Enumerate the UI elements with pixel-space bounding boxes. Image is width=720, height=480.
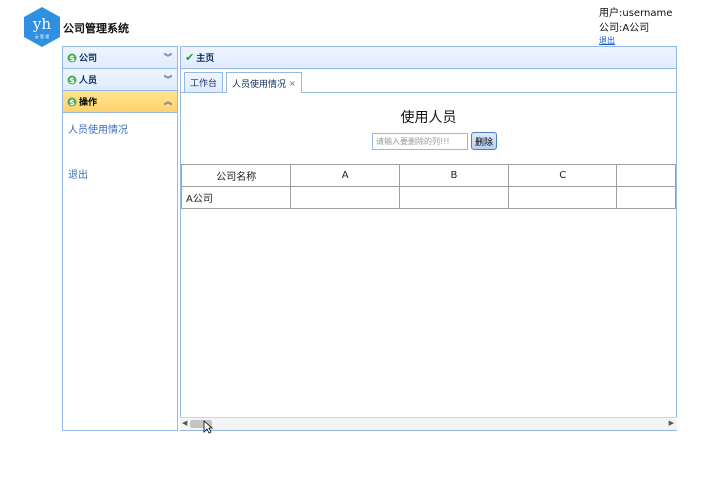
accordion-header-company[interactable]: $ 公司 ︾ <box>63 47 177 69</box>
sidebar-link-staff-usage[interactable]: 人员使用情况 <box>68 121 173 136</box>
accordion-body-operations: 人员使用情况 退出 <box>63 113 177 219</box>
double-chevron-down-icon[interactable]: ︾ <box>163 74 173 85</box>
logo: yh 云 管 理 <box>24 7 60 47</box>
table-cell: A公司 <box>180 186 292 209</box>
close-icon[interactable]: × <box>289 79 296 88</box>
accordion-header-staff[interactable]: $ 人员 ︾ <box>63 69 177 91</box>
sidebar-link-logout[interactable]: 退出 <box>68 166 173 181</box>
tab-content: 使用人员 删除 公司名称 A B C A公司 <box>180 107 676 421</box>
app-title: 公司管理系统 <box>63 22 129 35</box>
tab-staff-usage[interactable]: 人员使用情况 × <box>226 72 302 93</box>
delete-column-input[interactable] <box>371 132 468 150</box>
delete-button[interactable]: 删除 <box>470 132 497 150</box>
main-panel: ✔ 主页 工作台 人员使用情况 × 使用人员 删除 公司名称 A B <box>180 46 677 431</box>
column-header: C <box>508 164 618 187</box>
double-chevron-down-icon[interactable]: ︾ <box>163 52 173 63</box>
dollar-icon: $ <box>67 53 77 63</box>
horizontal-scrollbar[interactable]: ◀ ▶ <box>180 417 677 430</box>
table-cell <box>398 186 510 209</box>
double-chevron-up-icon[interactable]: ︽ <box>163 96 173 107</box>
tab-workbench[interactable]: 工作台 <box>184 72 224 92</box>
column-header <box>616 164 676 187</box>
svg-text:$: $ <box>69 54 75 63</box>
dollar-icon: $ <box>67 97 77 107</box>
logo-subtext: 云 管 理 <box>35 33 50 39</box>
table-cell <box>290 186 400 209</box>
accordion-label: 公司 <box>79 54 98 64</box>
user-name-label: 用户:username <box>599 8 673 19</box>
accordion-label: 人员 <box>79 76 98 86</box>
main-panel-header: ✔ 主页 <box>181 47 676 69</box>
scroll-left-arrow-icon[interactable]: ◀ <box>182 419 187 427</box>
svg-text:$: $ <box>69 76 75 85</box>
company-label: 公司:A公司 <box>599 23 650 34</box>
accordion-label: 操作 <box>79 98 98 108</box>
tabs-bar: 工作台 人员使用情况 × <box>181 69 676 93</box>
usage-table: 公司名称 A B C A公司 <box>180 164 676 209</box>
table-cell <box>508 186 618 209</box>
table-cell <box>616 186 676 209</box>
delete-toolbar: 删除 <box>181 132 676 150</box>
column-header: 公司名称 <box>180 164 292 187</box>
column-header: A <box>290 164 400 187</box>
sidebar-accordion: $ 公司 ︾ $ 人员 ︾ $ 操作 ︽ 人员使用情况 退出 <box>62 46 178 431</box>
dollar-icon: $ <box>67 75 77 85</box>
main-panel-title: 主页 <box>196 54 215 64</box>
table-row: A公司 <box>180 186 676 209</box>
accordion-header-operations[interactable]: $ 操作 ︽ <box>63 91 177 113</box>
tab-label: 工作台 <box>190 79 218 89</box>
header-logout-link[interactable]: 退出 <box>599 36 672 46</box>
mouse-cursor-icon <box>203 420 213 434</box>
table-header-row: 公司名称 A B C <box>180 164 676 187</box>
svg-text:$: $ <box>69 98 75 107</box>
scroll-right-arrow-icon[interactable]: ▶ <box>669 419 674 427</box>
check-icon: ✔ <box>185 51 195 64</box>
page-heading: 使用人员 <box>400 110 457 126</box>
tab-label: 人员使用情况 <box>232 79 287 90</box>
user-info: 用户:username 公司:A公司 退出 <box>599 6 672 46</box>
logo-text: yh <box>32 15 51 33</box>
column-header: B <box>398 164 510 187</box>
